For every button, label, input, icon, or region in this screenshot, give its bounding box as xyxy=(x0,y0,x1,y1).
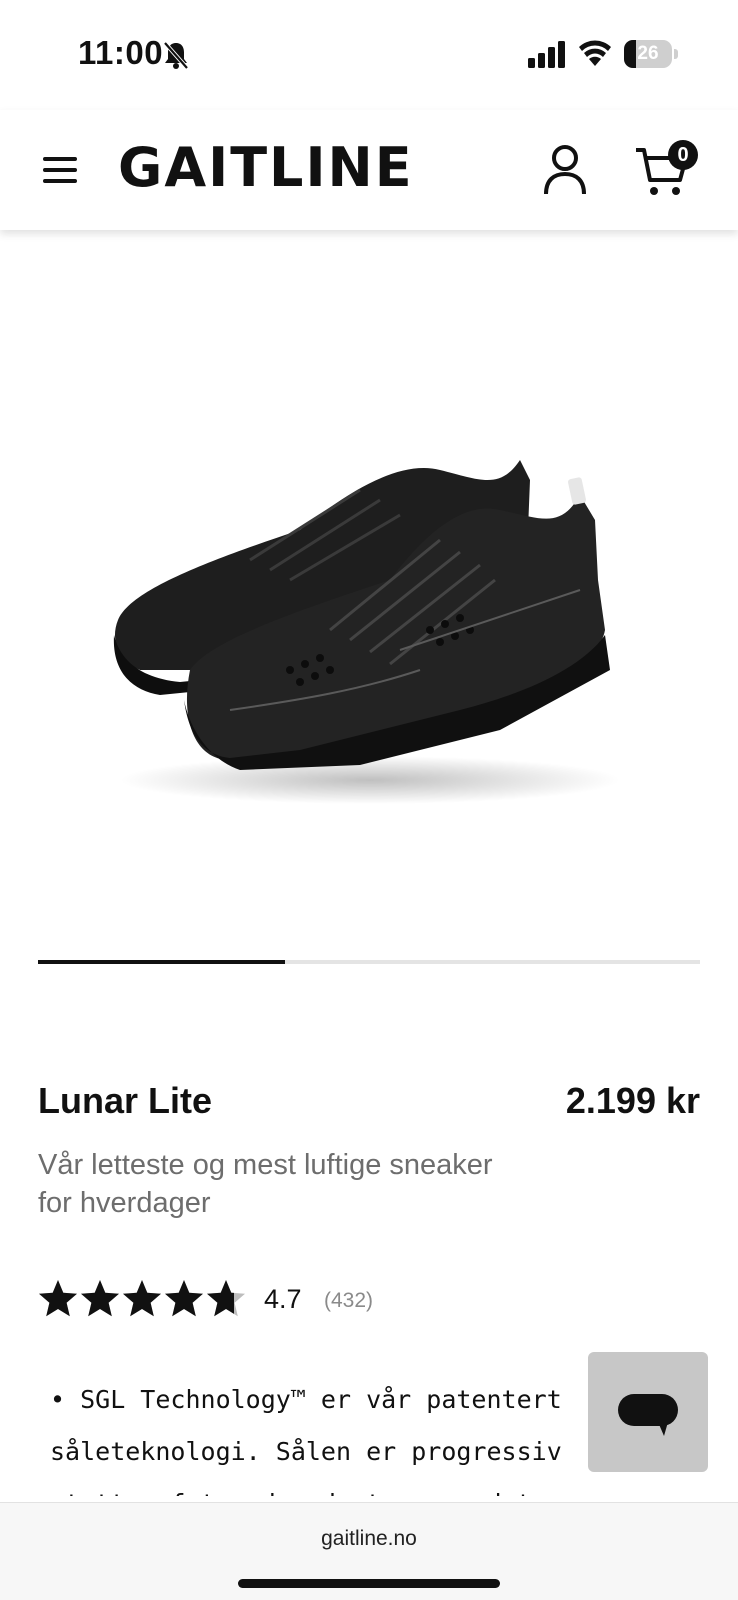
home-indicator[interactable] xyxy=(238,1579,500,1588)
carousel-progress-fill xyxy=(38,960,285,964)
product-title: Lunar Lite xyxy=(38,1080,213,1121)
star-icon xyxy=(165,1280,203,1317)
chat-bubble-icon xyxy=(618,1394,678,1436)
product-image[interactable] xyxy=(100,420,640,820)
site-header: GAITLINE 0 xyxy=(0,110,738,230)
cellular-signal-icon xyxy=(528,41,565,68)
carousel-progress-bar[interactable] xyxy=(38,960,700,964)
description-line-3: støtter foten der du trenger det, og xyxy=(50,1478,690,1496)
rating-value: 4.7 xyxy=(264,1284,302,1314)
product-price: 2.199 kr xyxy=(565,1080,700,1121)
product-subtitle-line-1: Vår letteste og mest luftige sneaker xyxy=(38,1149,493,1181)
hamburger-menu-icon[interactable] xyxy=(40,153,80,187)
wifi-icon xyxy=(579,40,611,66)
battery-percentage: 26 xyxy=(637,43,659,64)
star-icon xyxy=(81,1280,119,1317)
product-subtitle-line-2: for hverdager xyxy=(38,1187,211,1219)
status-time: 11:00 xyxy=(78,34,164,71)
browser-url-bar[interactable]: gaitline.no xyxy=(0,1502,738,1600)
bell-off-icon xyxy=(163,41,189,70)
battery-icon: 26 xyxy=(624,40,678,68)
rating-stars xyxy=(39,1280,245,1317)
product-subtitle: Vår letteste og mest luftige sneaker for… xyxy=(38,1146,558,1222)
person-icon[interactable] xyxy=(542,144,588,196)
chat-button[interactable] xyxy=(588,1352,708,1472)
review-count[interactable]: (432) xyxy=(324,1289,373,1313)
status-bar: 11:00 26 xyxy=(0,0,738,110)
rating-row[interactable]: 4.7 (432) xyxy=(38,1278,438,1322)
url-text[interactable]: gaitline.no xyxy=(0,1527,738,1551)
cart-count-badge: 0 xyxy=(668,140,698,170)
gaitline-logo[interactable]: GAITLINE xyxy=(118,136,414,199)
star-icon xyxy=(39,1280,77,1317)
star-icon xyxy=(123,1280,161,1317)
